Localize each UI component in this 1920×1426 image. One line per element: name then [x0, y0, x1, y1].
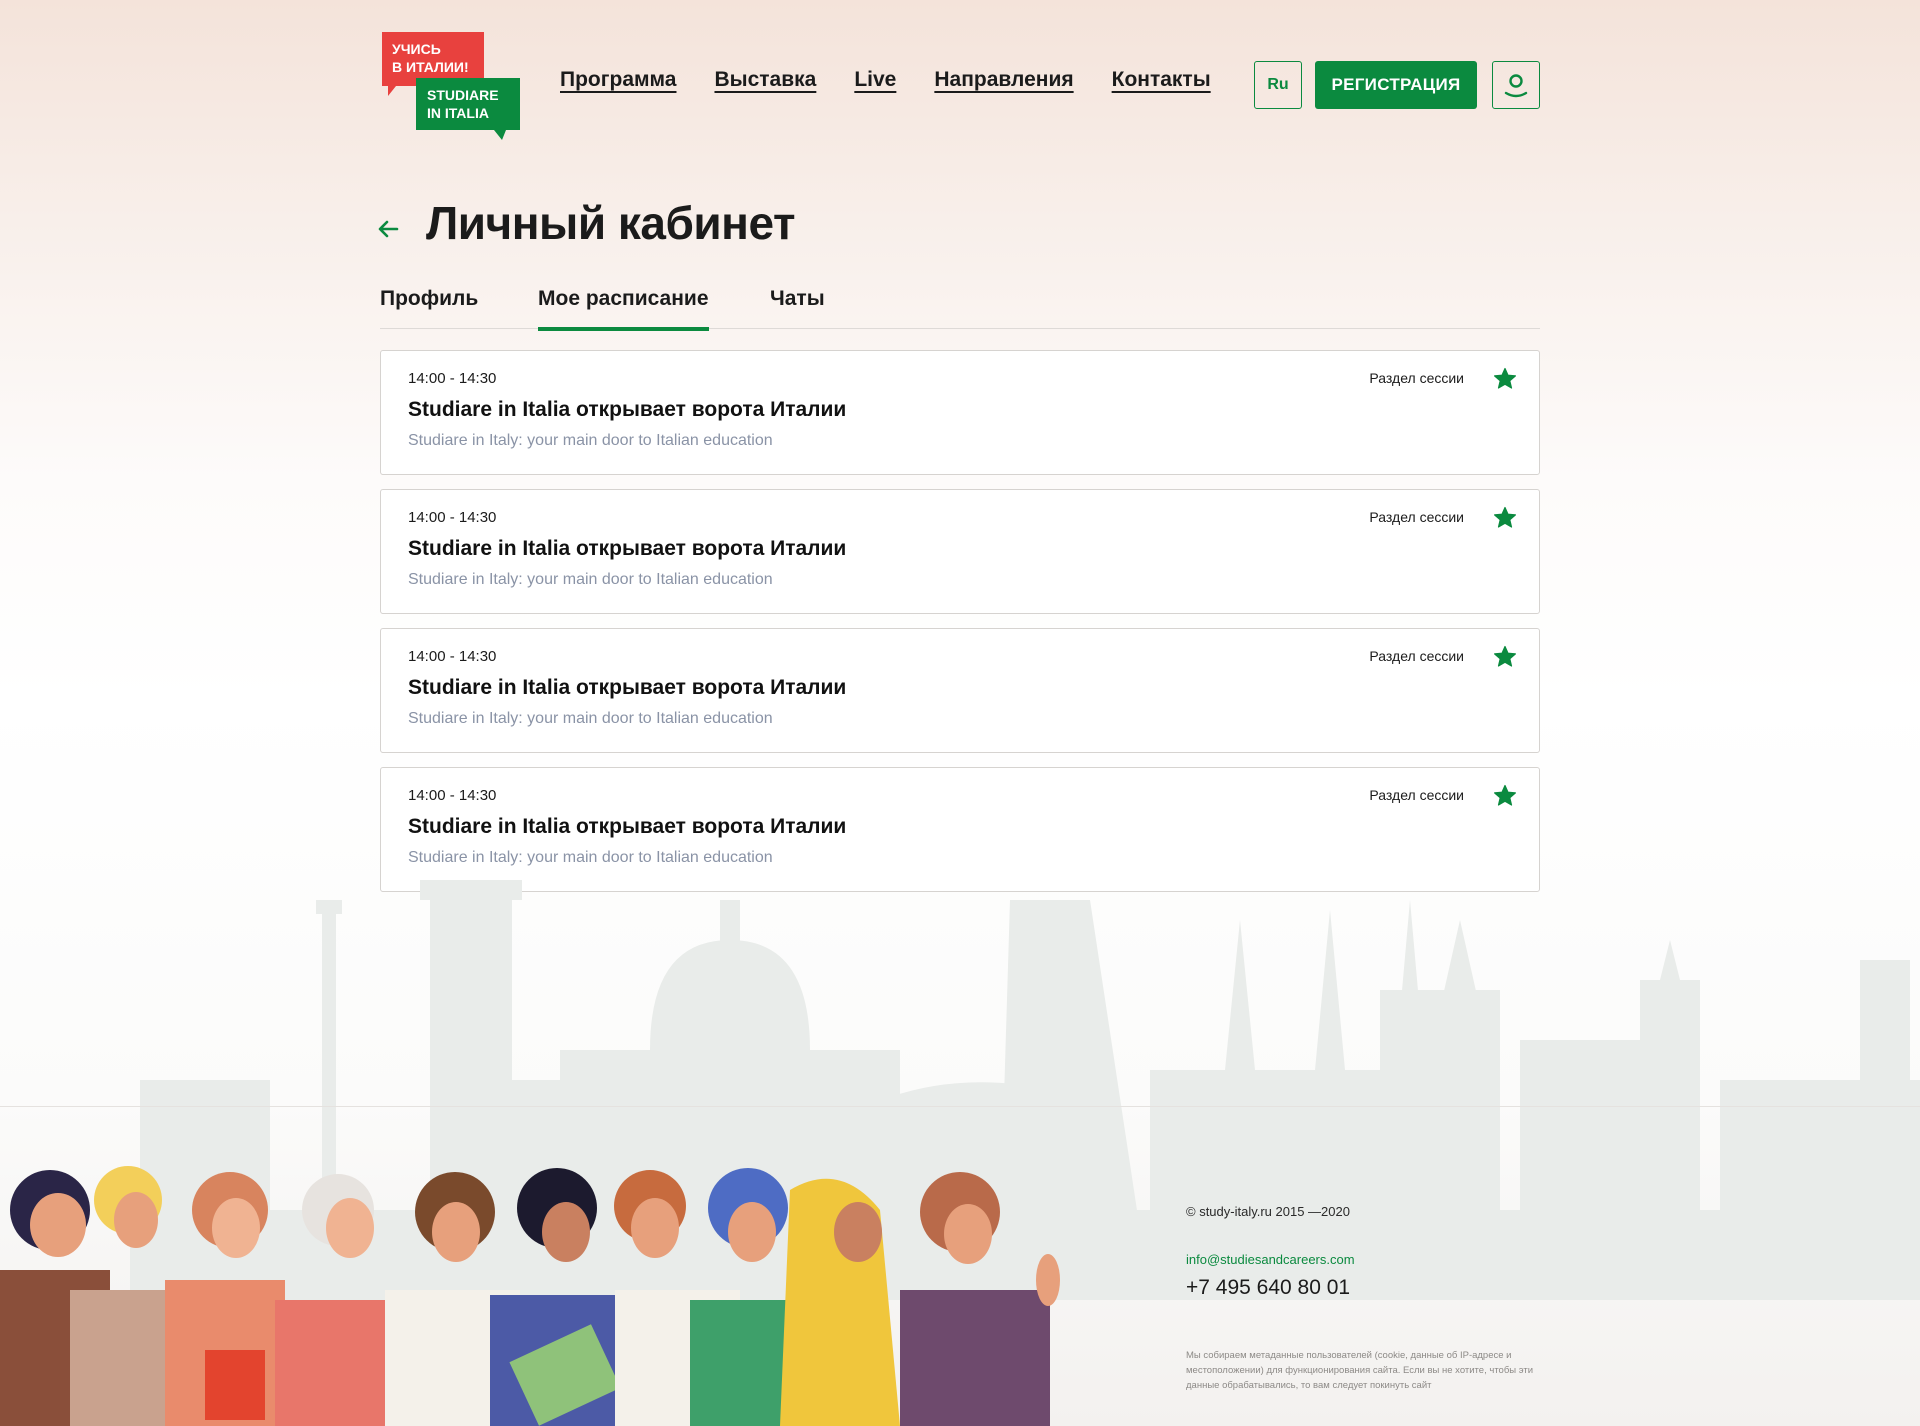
- logo-text-1: УЧИСЬ: [392, 41, 441, 57]
- footer-copyright: © study-italy.ru 2015 —2020: [1186, 1204, 1350, 1219]
- session-card[interactable]: 14:00 - 14:30 Studiare in Italia открыва…: [380, 767, 1540, 892]
- logo-graphic: УЧИСЬ В ИТАЛИИ! STUDIARE IN ITALIA: [382, 32, 520, 140]
- star-icon[interactable]: [1493, 645, 1517, 669]
- session-subtitle: Studiare in Italy: your main door to Ita…: [408, 710, 773, 727]
- star-icon[interactable]: [1493, 506, 1517, 530]
- session-time: 14:00 - 14:30: [408, 787, 497, 804]
- star-icon[interactable]: [1493, 784, 1517, 808]
- session-time: 14:00 - 14:30: [408, 648, 497, 665]
- session-time: 14:00 - 14:30: [408, 370, 497, 387]
- nav-link-directions[interactable]: Направления: [934, 68, 1073, 92]
- session-title: Studiare in Italia открывает ворота Итал…: [408, 398, 847, 421]
- session-section: Раздел сессии: [1369, 787, 1464, 803]
- footer-email-link[interactable]: info@studiesandcareers.com: [1186, 1252, 1355, 1267]
- user-icon: [1504, 74, 1528, 98]
- session-title: Studiare in Italia открывает ворота Итал…: [408, 537, 847, 560]
- session-section: Раздел сессии: [1369, 509, 1464, 525]
- tab-profile[interactable]: Профиль: [380, 287, 478, 327]
- nav-link-program[interactable]: Программа: [560, 68, 676, 92]
- session-section: Раздел сессии: [1369, 370, 1464, 386]
- session-card[interactable]: 14:00 - 14:30 Studiare in Italia открыва…: [380, 628, 1540, 753]
- back-button[interactable]: [376, 217, 400, 241]
- tab-bar: Профиль Мое расписание Чаты: [380, 283, 1540, 331]
- back-arrow-icon: [378, 220, 399, 238]
- session-card[interactable]: 14:00 - 14:30 Studiare in Italia открыва…: [380, 350, 1540, 475]
- register-button[interactable]: РЕГИСТРАЦИЯ: [1315, 61, 1477, 109]
- session-section: Раздел сессии: [1369, 648, 1464, 664]
- session-title: Studiare in Italia открывает ворота Итал…: [408, 676, 847, 699]
- session-time: 14:00 - 14:30: [408, 509, 497, 526]
- site-logo[interactable]: УЧИСЬ В ИТАЛИИ! STUDIARE IN ITALIA: [380, 30, 522, 142]
- tab-my-schedule[interactable]: Мое расписание: [538, 287, 709, 331]
- main-nav: Программа Выставка Live Направления Конт…: [560, 68, 1211, 92]
- user-account-button[interactable]: [1492, 61, 1540, 109]
- cookie-notice: Мы собираем метаданные пользователей (co…: [1186, 1350, 1534, 1391]
- students-illustration: [0, 1166, 1060, 1426]
- nav-link-live[interactable]: Live: [854, 68, 896, 92]
- language-button[interactable]: Ru: [1254, 61, 1302, 109]
- session-subtitle: Studiare in Italy: your main door to Ita…: [408, 849, 773, 866]
- session-subtitle: Studiare in Italy: your main door to Ita…: [408, 432, 773, 449]
- session-subtitle: Studiare in Italy: your main door to Ita…: [408, 571, 773, 588]
- logo-text-4: IN ITALIA: [427, 105, 489, 121]
- logo-text-2: В ИТАЛИИ!: [392, 59, 469, 75]
- session-card[interactable]: 14:00 - 14:30 Studiare in Italia открыва…: [380, 489, 1540, 614]
- star-icon[interactable]: [1493, 367, 1517, 391]
- logo-text-3: STUDIARE: [427, 87, 499, 103]
- page-title: Личный кабинет: [426, 197, 795, 249]
- tab-chats[interactable]: Чаты: [770, 287, 825, 327]
- footer-phone[interactable]: +7 495 640 80 01: [1186, 1276, 1350, 1300]
- footer-divider: [0, 1106, 1920, 1107]
- nav-link-exhibition[interactable]: Выставка: [714, 68, 816, 92]
- session-title: Studiare in Italia открывает ворота Итал…: [408, 815, 847, 838]
- nav-link-contacts[interactable]: Контакты: [1112, 68, 1211, 92]
